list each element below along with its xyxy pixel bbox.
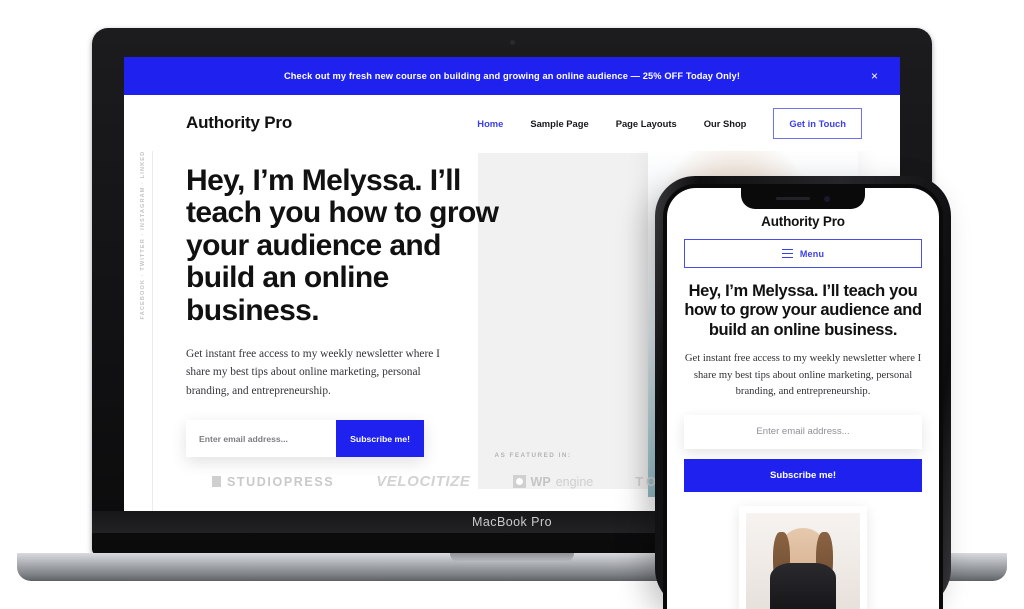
site-header: Authority Pro Home Sample Page Page Layo… [124, 95, 900, 151]
newsletter-form: Enter email address... Subscribe me! [186, 420, 424, 458]
portrait-hair-right [815, 531, 833, 592]
phone-email-input[interactable]: Enter email address... [684, 414, 922, 449]
subscribe-button[interactable]: Subscribe me! [336, 420, 424, 458]
email-input[interactable]: Enter email address... [186, 420, 336, 457]
phone-portrait-photo [746, 512, 860, 609]
phone-site-content: Authority Pro Menu Hey, I’m Melyssa. I’l… [667, 188, 939, 609]
promo-banner: Check out my fresh new course on buildin… [124, 57, 900, 95]
laptop-model-label: MacBook Pro [472, 515, 552, 529]
velocitize-logo[interactable]: VELOCITIZE [376, 473, 470, 490]
hero-title: Hey, I’m Melyssa. I’ll teach you how to … [186, 164, 499, 327]
phone-menu-button[interactable]: Menu [684, 239, 922, 268]
phone-notch [741, 188, 865, 209]
wpengine-logo-bold: WP [530, 474, 551, 489]
close-icon[interactable]: × [871, 70, 878, 82]
phone-subscribe-button[interactable]: Subscribe me! [684, 458, 922, 492]
studiopress-mark-icon [212, 476, 221, 487]
wpengine-mark-icon [512, 475, 526, 488]
velocitize-logo-text: VELOCITIZE [376, 473, 471, 490]
get-in-touch-button[interactable]: Get in Touch [773, 107, 862, 139]
iphone-device: Authority Pro Menu Hey, I’m Melyssa. I’l… [655, 176, 951, 609]
nav-item-page-layouts[interactable]: Page Layouts [616, 118, 677, 129]
screenshot-stage: Check out my fresh new course on buildin… [0, 0, 1024, 609]
main-navigation: Home Sample Page Page Layouts Our Shop G… [477, 107, 862, 139]
nav-item-our-shop[interactable]: Our Shop [704, 118, 747, 129]
phone-camera-icon [824, 195, 830, 202]
portrait-hair-left [773, 531, 791, 592]
phone-screen: Authority Pro Menu Hey, I’m Melyssa. I’l… [667, 188, 939, 609]
site-brand[interactable]: Authority Pro [186, 113, 292, 133]
nav-item-home[interactable]: Home [477, 118, 503, 129]
laptop-base-notch [450, 553, 574, 562]
hero-description: Get instant free access to my weekly new… [186, 347, 440, 397]
phone-site-brand[interactable]: Authority Pro [684, 214, 922, 229]
hamburger-icon [781, 248, 793, 259]
phone-hero-title: Hey, I’m Melyssa. I’ll teach you how to … [684, 282, 922, 339]
phone-inner-frame: Authority Pro Menu Hey, I’m Melyssa. I’l… [663, 184, 943, 609]
phone-menu-label: Menu [799, 248, 825, 259]
studiopress-logo[interactable]: STUDIOPRESS [212, 475, 334, 489]
wpengine-logo[interactable]: WP engine [512, 474, 594, 489]
wpengine-logo-light: engine [555, 474, 594, 489]
nav-item-sample-page[interactable]: Sample Page [530, 118, 588, 129]
phone-portrait-frame [739, 505, 867, 609]
promo-banner-text: Check out my fresh new course on buildin… [283, 71, 741, 81]
laptop-camera-icon [509, 40, 515, 45]
phone-hero-description: Get instant free access to my weekly new… [684, 353, 922, 398]
phone-speaker-icon [776, 196, 810, 201]
studiopress-logo-text: STUDIOPRESS [227, 474, 335, 489]
